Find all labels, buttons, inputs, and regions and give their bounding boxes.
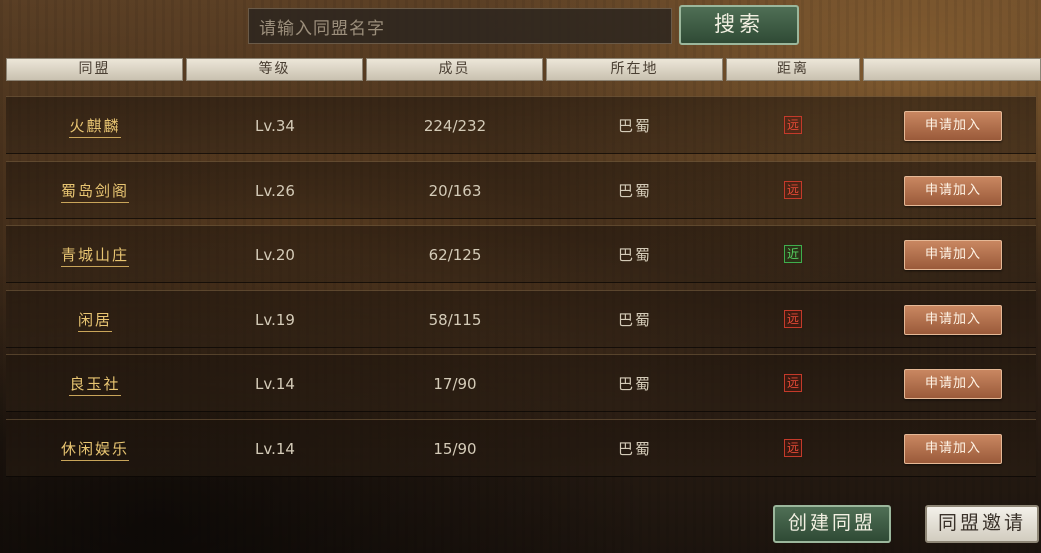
distance-badge: 远 [784, 181, 802, 199]
column-header-action [863, 58, 1041, 81]
distance-badge: 远 [784, 374, 802, 392]
alliance-members: 62/125 [428, 246, 482, 264]
alliance-members: 58/115 [428, 311, 482, 329]
alliance-location: 巴蜀 [617, 440, 652, 458]
alliance-members: 15/90 [433, 440, 477, 458]
column-header-members[interactable]: 成员 [366, 58, 543, 81]
alliance-members: 17/90 [433, 375, 477, 393]
alliance-row[interactable]: 火麒麟 Lv.34 224/232 巴蜀 远 申请加入 [6, 96, 1036, 154]
alliance-row[interactable]: 青城山庄 Lv.20 62/125 巴蜀 近 申请加入 [6, 225, 1036, 283]
column-header-location[interactable]: 所在地 [546, 58, 723, 81]
distance-badge: 近 [784, 245, 802, 263]
alliance-name-link[interactable]: 蜀岛剑阁 [60, 182, 129, 203]
alliance-level: Lv.14 [255, 440, 295, 458]
alliance-name-cell[interactable]: 火麒麟 [6, 97, 184, 155]
alliance-row[interactable]: 良玉社 Lv.14 17/90 巴蜀 远 申请加入 [6, 354, 1036, 412]
alliance-distance-cell: 远 [726, 420, 860, 478]
apply-join-button[interactable]: 申请加入 [904, 240, 1002, 270]
alliance-name-cell[interactable]: 青城山庄 [6, 226, 184, 284]
apply-join-button[interactable]: 申请加入 [904, 434, 1002, 464]
column-header-level[interactable]: 等级 [186, 58, 363, 81]
alliance-level: Lv.14 [255, 375, 295, 393]
apply-join-button[interactable]: 申请加入 [904, 369, 1002, 399]
alliance-row[interactable]: 闲居 Lv.19 58/115 巴蜀 远 申请加入 [6, 290, 1036, 348]
alliance-location: 巴蜀 [617, 246, 652, 264]
alliance-name-cell[interactable]: 休闲娱乐 [6, 420, 184, 478]
alliance-name-link[interactable]: 青城山庄 [60, 246, 129, 267]
alliance-name-link[interactable]: 休闲娱乐 [60, 440, 129, 461]
alliance-level: Lv.19 [255, 311, 295, 329]
alliance-name-link[interactable]: 良玉社 [69, 375, 121, 396]
alliance-row[interactable]: 休闲娱乐 Lv.14 15/90 巴蜀 远 申请加入 [6, 419, 1036, 477]
apply-join-button[interactable]: 申请加入 [904, 176, 1002, 206]
distance-badge: 远 [784, 116, 802, 134]
alliance-distance-cell: 远 [726, 162, 860, 220]
create-alliance-button[interactable]: 创建同盟 [773, 505, 891, 543]
alliance-distance-cell: 近 [726, 226, 860, 284]
alliance-name-link[interactable]: 闲居 [77, 311, 112, 332]
alliance-level: Lv.26 [255, 182, 295, 200]
alliance-row[interactable]: 蜀岛剑阁 Lv.26 20/163 巴蜀 远 申请加入 [6, 161, 1036, 219]
alliance-location: 巴蜀 [617, 117, 652, 135]
alliance-members: 224/232 [423, 117, 487, 135]
alliance-name-link[interactable]: 火麒麟 [69, 117, 121, 138]
column-header-distance[interactable]: 距离 [726, 58, 860, 81]
distance-badge: 远 [784, 310, 802, 328]
alliance-members: 20/163 [428, 182, 482, 200]
alliance-name-cell[interactable]: 良玉社 [6, 355, 184, 413]
alliance-location: 巴蜀 [617, 182, 652, 200]
column-header-alliance[interactable]: 同盟 [6, 58, 183, 81]
alliance-name-cell[interactable]: 闲居 [6, 291, 184, 349]
alliance-location: 巴蜀 [617, 375, 652, 393]
distance-badge: 远 [784, 439, 802, 457]
alliance-distance-cell: 远 [726, 97, 860, 155]
alliance-invite-button[interactable]: 同盟邀请 [925, 505, 1039, 543]
alliance-distance-cell: 远 [726, 291, 860, 349]
search-input[interactable]: 请输入同盟名字 [248, 8, 672, 44]
alliance-location: 巴蜀 [617, 311, 652, 329]
apply-join-button[interactable]: 申请加入 [904, 111, 1002, 141]
alliance-level: Lv.20 [255, 246, 295, 264]
search-button[interactable]: 搜索 [679, 5, 799, 45]
alliance-name-cell[interactable]: 蜀岛剑阁 [6, 162, 184, 220]
alliance-level: Lv.34 [255, 117, 295, 135]
alliance-distance-cell: 远 [726, 355, 860, 413]
apply-join-button[interactable]: 申请加入 [904, 305, 1002, 335]
